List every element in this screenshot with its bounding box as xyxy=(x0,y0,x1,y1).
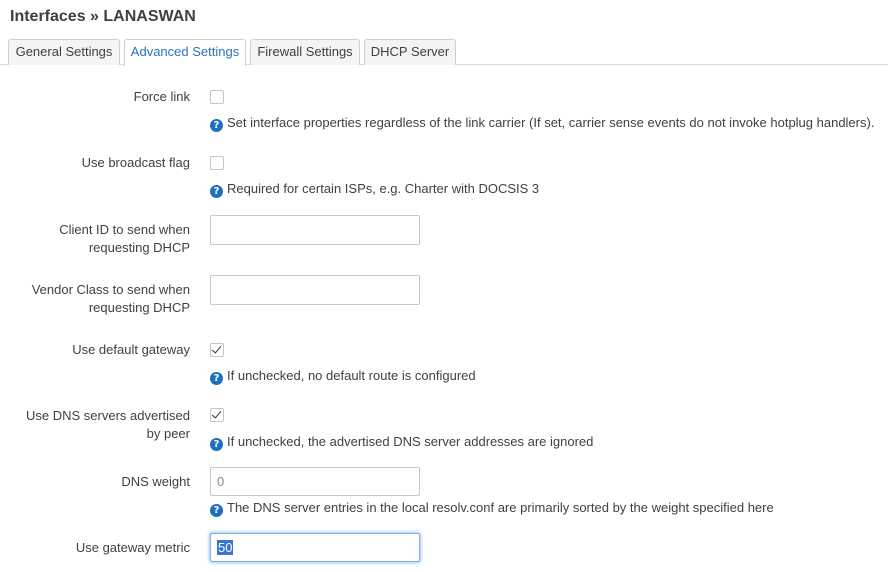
tab-advanced-settings[interactable]: Advanced Settings xyxy=(124,39,246,66)
dns-weight-hint-text: The DNS server entries in the local reso… xyxy=(227,500,774,515)
tab-bar: General Settings Advanced Settings Firew… xyxy=(0,39,888,66)
dns-weight-label: DNS weight xyxy=(121,474,190,489)
broadcast-flag-label: Use broadcast flag xyxy=(81,155,190,170)
gateway-metric-value: 50 xyxy=(217,540,234,555)
client-id-input[interactable] xyxy=(210,215,420,245)
help-circle-icon: ? xyxy=(210,504,223,517)
default-gateway-hint: ? If unchecked, no default route is confi… xyxy=(210,368,476,385)
default-gateway-label: Use default gateway xyxy=(72,342,190,357)
peer-dns-label-line1: Use DNS servers advertised xyxy=(26,408,190,423)
vendor-class-label: Vendor Class to send when requesting DHC… xyxy=(10,281,190,317)
default-gateway-hint-text: If unchecked, no default route is config… xyxy=(227,368,476,383)
peer-dns-hint-text: If unchecked, the advertised DNS server … xyxy=(227,434,594,449)
force-link-label: Force link xyxy=(133,89,190,104)
peer-dns-hint: ? If unchecked, the advertised DNS server… xyxy=(210,434,593,451)
dns-weight-input[interactable]: 0 xyxy=(210,467,420,496)
peer-dns-label-line2: by peer xyxy=(146,426,190,441)
force-link-hint: ? Set interface properties regardless of … xyxy=(210,115,874,132)
help-circle-icon: ? xyxy=(210,119,223,132)
vendor-class-label-line2: requesting DHCP xyxy=(88,300,190,315)
gateway-metric-input[interactable]: 50 xyxy=(210,533,420,562)
tab-firewall-settings[interactable]: Firewall Settings xyxy=(250,39,360,65)
client-id-label: Client ID to send when requesting DHCP xyxy=(10,221,190,257)
broadcast-flag-checkbox[interactable] xyxy=(210,156,224,170)
help-circle-icon: ? xyxy=(210,185,223,198)
broadcast-flag-hint-text: Required for certain ISPs, e.g. Charter … xyxy=(227,181,540,196)
vendor-class-label-line1: Vendor Class to send when xyxy=(31,282,190,297)
tab-general-settings[interactable]: General Settings xyxy=(8,39,120,65)
peer-dns-checkbox[interactable] xyxy=(210,408,224,422)
gateway-metric-label: Use gateway metric xyxy=(75,540,190,555)
default-gateway-checkbox[interactable] xyxy=(210,343,224,357)
help-circle-icon: ? xyxy=(210,438,223,451)
force-link-checkbox[interactable] xyxy=(210,90,224,104)
page-title: Interfaces » LANASWAN xyxy=(10,8,196,25)
client-id-label-line1: Client ID to send when xyxy=(59,222,190,237)
checkmark-icon xyxy=(211,408,222,419)
peer-dns-label: Use DNS servers advertised by peer xyxy=(10,407,190,443)
dns-weight-hint: ? The DNS server entries in the local res… xyxy=(210,500,774,517)
vendor-class-input[interactable] xyxy=(210,275,420,305)
help-circle-icon: ? xyxy=(210,372,223,385)
checkmark-icon xyxy=(211,343,222,354)
force-link-hint-text: Set interface properties regardless of t… xyxy=(227,115,875,130)
broadcast-flag-hint: ? Required for certain ISPs, e.g. Charter… xyxy=(210,181,539,198)
tab-dhcp-server[interactable]: DHCP Server xyxy=(364,39,456,65)
client-id-label-line2: requesting DHCP xyxy=(88,240,190,255)
